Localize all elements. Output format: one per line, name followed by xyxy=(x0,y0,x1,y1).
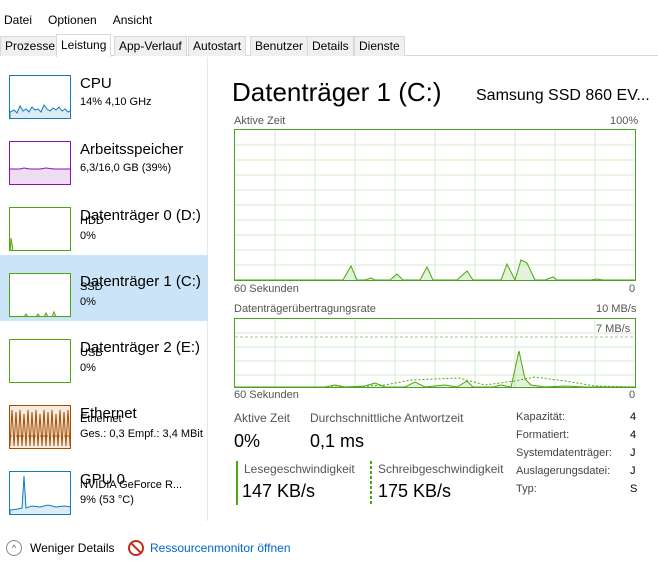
menu-optionen[interactable]: Optionen xyxy=(48,13,97,27)
write-speed-value: 175 KB/s xyxy=(378,481,452,501)
title-bar xyxy=(0,0,658,8)
prop-capacity-value: 4 xyxy=(630,411,637,423)
resource-monitor-link[interactable]: Ressourcenmonitor öffnen xyxy=(128,540,291,556)
prop-formatted-label: Formatiert: xyxy=(516,429,570,441)
tab-autostart[interactable]: Autostart xyxy=(188,36,247,56)
prop-type-value: S xyxy=(630,483,638,495)
sidebar-item-disk-2[interactable]: Datenträger 2 (E:) USB 0% xyxy=(0,321,208,387)
read-speed-indicator xyxy=(236,461,238,505)
tab-leistung[interactable]: Leistung xyxy=(56,34,112,57)
active-time-stat-label: Aktive Zeit xyxy=(234,411,291,425)
prop-pagefile-label: Auslagerungsdatei: xyxy=(516,465,611,477)
resource-list: CPU 14% 4,10 GHz Arbeitsspeicher 6,3/16,… xyxy=(0,57,208,521)
disk-graph-icon xyxy=(9,339,71,383)
tab-prozesse[interactable]: Prozesse xyxy=(0,36,61,56)
sidebar-detail-usage: 0% xyxy=(80,296,96,308)
network-graph-icon xyxy=(9,405,71,449)
response-time-value: 0,1 ms xyxy=(310,431,365,451)
fewer-details-button[interactable]: ^ Weniger Details xyxy=(6,540,114,556)
disk-graph-icon xyxy=(9,273,71,317)
write-speed-label: Schreibgeschwindigkeit xyxy=(378,462,504,476)
active-time-stat-value: 0% xyxy=(234,431,261,451)
sidebar-item-memory[interactable]: Arbeitsspeicher 6,3/16,0 GB (39%) xyxy=(0,123,208,189)
resource-monitor-label: Ressourcenmonitor öffnen xyxy=(150,541,291,555)
tab-dienste[interactable]: Dienste xyxy=(354,36,405,56)
graph-transfer-label: Datenträgerübertragungsrate xyxy=(234,303,376,315)
menu-bar: Datei Optionen Ansicht xyxy=(0,8,658,32)
sidebar-detail-adapter: Ethernet xyxy=(80,413,122,425)
cpu-graph-icon xyxy=(9,75,71,119)
fewer-details-label: Weniger Details xyxy=(30,541,115,555)
prop-system-disk-label: Systemdatenträger: xyxy=(516,447,612,459)
detail-panel: Datenträger 1 (C:) Samsung SSD 860 EV...… xyxy=(232,57,658,521)
sidebar-detail-type: SSD xyxy=(80,281,103,293)
sidebar-title: CPU xyxy=(80,75,112,92)
sidebar-title: Arbeitsspeicher xyxy=(80,141,184,158)
footer-bar: ^ Weniger Details Ressourcenmonitor öffn… xyxy=(0,536,658,560)
sidebar-item-ethernet[interactable]: Ethernet Ethernet Ges.: 0,3 Empf.: 3,4 M… xyxy=(0,387,208,453)
chevron-up-icon: ^ xyxy=(6,540,22,556)
prop-pagefile-value: J xyxy=(630,465,636,477)
sidebar-detail-type: USB xyxy=(80,347,103,359)
resource-monitor-icon xyxy=(128,540,144,556)
tab-app-verlauf[interactable]: App-Verlauf xyxy=(114,36,187,56)
menu-datei[interactable]: Datei xyxy=(4,13,32,27)
sidebar-item-disk-0[interactable]: Datenträger 0 (D:) HDD 0% xyxy=(0,189,208,255)
graph-active-time-label: Aktive Zeit xyxy=(234,115,286,127)
sidebar-detail-usage: 9% (53 °C) xyxy=(80,494,134,506)
graph-transfer-span: 60 Sekunden xyxy=(234,389,299,401)
disk-model: Samsung SSD 860 EV... xyxy=(476,87,650,104)
disk-graph-icon xyxy=(9,207,71,251)
sidebar-detail-model: NVIDIA GeForce R... xyxy=(80,479,183,491)
sidebar-item-gpu-0[interactable]: GPU 0 NVIDIA GeForce R... 9% (53 °C) xyxy=(0,453,208,519)
prop-type-label: Typ: xyxy=(516,483,537,495)
sidebar-detail-throughput: Ges.: 0,3 Empf.: 3,4 MBit xyxy=(80,428,203,440)
sidebar-detail-type: HDD xyxy=(80,215,104,227)
sidebar-detail: 6,3/16,0 GB (39%) xyxy=(80,162,172,174)
tab-details[interactable]: Details xyxy=(307,36,354,56)
sidebar-detail: 14% 4,10 GHz xyxy=(80,96,152,108)
prop-system-disk-value: J xyxy=(630,447,636,459)
active-time-graph xyxy=(234,129,636,281)
memory-graph-icon xyxy=(9,141,71,185)
response-time-label: Durchschnittliche Antwortzeit xyxy=(310,411,464,425)
graph-transfer-min: 0 xyxy=(629,389,636,401)
gpu-graph-icon xyxy=(9,471,71,515)
sidebar-detail-usage: 0% xyxy=(80,230,96,242)
task-manager-window: Datei Optionen Ansicht Prozesse Leistung… xyxy=(0,0,658,571)
tab-bar: Prozesse Leistung App-Verlauf Autostart … xyxy=(0,34,658,57)
graph-transfer-inner-max: 7 MB/s xyxy=(596,323,631,335)
prop-capacity-label: Kapazität: xyxy=(516,411,565,423)
transfer-rate-graph xyxy=(234,318,636,388)
page-title: Datenträger 1 (C:) xyxy=(232,77,442,107)
read-speed-value: 147 KB/s xyxy=(242,481,316,501)
sidebar-item-cpu[interactable]: CPU 14% 4,10 GHz xyxy=(0,57,208,123)
graph-active-time-max: 100% xyxy=(610,115,639,127)
graph-active-time-span: 60 Sekunden xyxy=(234,283,299,295)
graph-active-time-min: 0 xyxy=(629,283,636,295)
read-speed-label: Lesegeschwindigkeit xyxy=(244,462,355,476)
sidebar-item-disk-1[interactable]: Datenträger 1 (C:) SSD 0% xyxy=(0,255,208,321)
write-speed-indicator xyxy=(370,461,372,505)
graph-transfer-max: 10 MB/s xyxy=(596,303,637,315)
sidebar-detail-usage: 0% xyxy=(80,362,96,374)
menu-ansicht[interactable]: Ansicht xyxy=(113,13,152,27)
prop-formatted-value: 4 xyxy=(630,429,637,441)
tab-benutzer[interactable]: Benutzer xyxy=(250,36,309,56)
